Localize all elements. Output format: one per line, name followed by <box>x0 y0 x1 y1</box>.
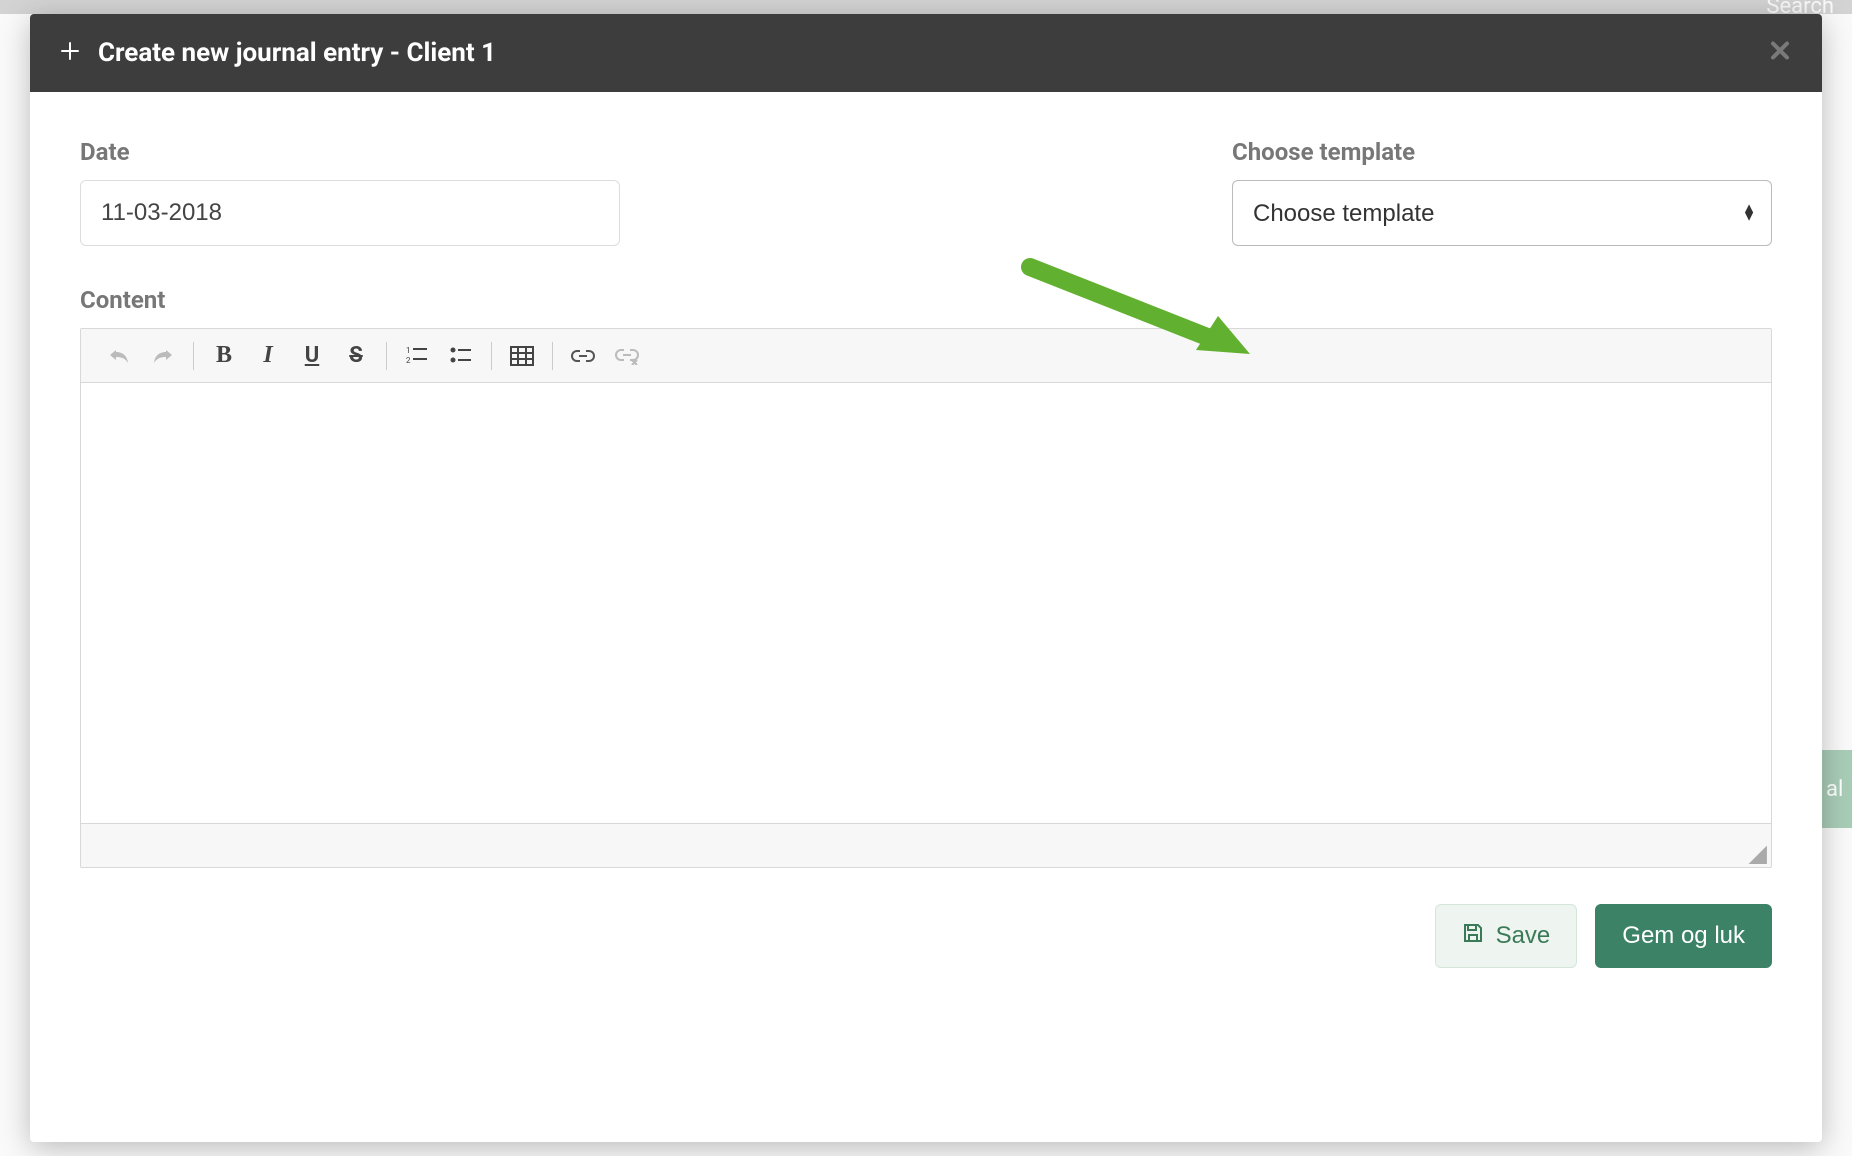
template-group: Choose template Choose template ▲▼ <box>1232 138 1772 246</box>
svg-text:2: 2 <box>406 356 411 365</box>
backdrop-side-tab-text: al <box>1826 777 1843 802</box>
save-and-close-label: Gem og luk <box>1622 922 1745 950</box>
backdrop-top-bar <box>0 0 1852 14</box>
redo-button[interactable] <box>141 338 185 374</box>
date-label: Date <box>80 138 620 166</box>
ordered-list-button[interactable]: 1 2 <box>395 338 439 374</box>
svg-text:1: 1 <box>406 346 411 355</box>
editor-footer: ◢ <box>81 823 1771 867</box>
save-button-label: Save <box>1496 922 1551 950</box>
strikethrough-button[interactable]: S <box>334 338 378 374</box>
toolbar-separator <box>386 342 387 370</box>
template-label: Choose template <box>1232 138 1772 166</box>
journal-entry-modal: Create new journal entry - Client 1 Date… <box>30 14 1822 1142</box>
toolbar-separator <box>193 342 194 370</box>
link-button[interactable] <box>561 338 605 374</box>
form-row-top: Date Choose template Choose template ▲▼ <box>80 138 1772 246</box>
save-and-close-button[interactable]: Gem og luk <box>1595 904 1772 968</box>
modal-title: Create new journal entry - Client 1 <box>98 38 496 68</box>
plus-icon <box>60 39 80 67</box>
undo-button[interactable] <box>97 338 141 374</box>
modal-actions: Save Gem og luk <box>80 904 1772 968</box>
content-editor: B I U S 1 2 <box>80 328 1772 868</box>
date-input[interactable] <box>80 180 620 246</box>
modal-header: Create new journal entry - Client 1 <box>30 14 1822 92</box>
unlink-button[interactable] <box>605 338 649 374</box>
editor-content-area[interactable] <box>81 383 1771 823</box>
italic-button[interactable]: I <box>246 338 290 374</box>
save-icon <box>1462 922 1484 951</box>
unordered-list-button[interactable] <box>439 338 483 374</box>
date-group: Date <box>80 138 620 246</box>
modal-body: Date Choose template Choose template ▲▼ … <box>30 92 1822 1142</box>
resize-grip-icon[interactable]: ◢ <box>1749 841 1767 865</box>
template-select-wrap: Choose template ▲▼ <box>1232 180 1772 246</box>
backdrop-side-tab: al <box>1822 750 1852 828</box>
close-icon[interactable] <box>1768 36 1792 71</box>
save-button[interactable]: Save <box>1435 904 1578 968</box>
table-button[interactable] <box>500 338 544 374</box>
bold-button[interactable]: B <box>202 338 246 374</box>
toolbar-separator <box>491 342 492 370</box>
toolbar-separator <box>552 342 553 370</box>
underline-button[interactable]: U <box>290 338 334 374</box>
content-label: Content <box>80 286 1772 314</box>
editor-toolbar: B I U S 1 2 <box>81 329 1771 383</box>
template-select[interactable]: Choose template <box>1232 180 1772 246</box>
